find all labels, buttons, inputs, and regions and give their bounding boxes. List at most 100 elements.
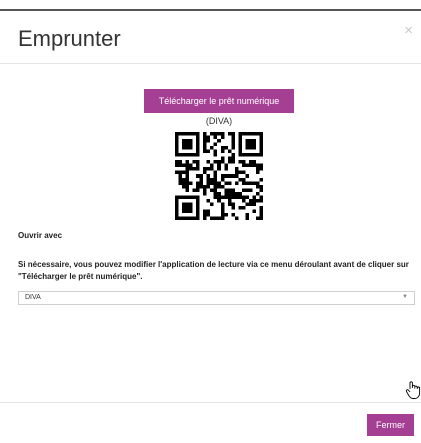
qr-module <box>217 163 221 168</box>
qr-module <box>175 209 179 213</box>
qr-module <box>224 212 228 217</box>
qr-module <box>231 205 235 210</box>
qr-module <box>238 149 242 154</box>
qr-module <box>217 167 221 171</box>
qr-module <box>206 139 211 143</box>
qr-module <box>241 205 246 210</box>
qr-module <box>185 132 190 136</box>
qr-module <box>213 142 218 147</box>
qr-module <box>182 202 186 206</box>
qr-module <box>227 132 232 136</box>
qr-module <box>196 163 200 168</box>
close-button[interactable]: Fermer <box>367 414 414 436</box>
qr-module <box>234 216 239 220</box>
qr-module <box>227 188 232 192</box>
qr-module <box>255 184 260 189</box>
qr-module <box>196 184 200 189</box>
qr-module <box>259 142 263 147</box>
qr-module <box>245 163 249 168</box>
qr-module <box>224 188 228 192</box>
qr-module <box>185 174 190 178</box>
qr-module <box>252 139 256 143</box>
qr-module <box>231 156 235 161</box>
qr-module <box>252 163 256 168</box>
qr-module <box>185 205 190 210</box>
qr-module <box>255 163 260 168</box>
qr-module <box>189 142 193 147</box>
qr-module <box>175 216 179 220</box>
qr-module <box>189 167 193 171</box>
qr-module <box>203 216 207 220</box>
qr-module <box>234 195 239 199</box>
qr-module <box>248 181 253 185</box>
qr-module <box>213 132 218 136</box>
qr-module <box>199 181 204 185</box>
qr-module <box>220 205 225 210</box>
qr-module <box>175 212 179 217</box>
qr-module <box>196 135 200 140</box>
qr-module <box>210 167 214 171</box>
qr-module <box>245 181 249 185</box>
qr-module <box>245 216 249 220</box>
qr-module <box>196 181 200 185</box>
download-loan-button[interactable]: Télécharger le prêt numérique <box>144 89 294 113</box>
qr-module <box>220 195 225 199</box>
qr-module <box>248 132 253 136</box>
qr-module <box>196 153 200 157</box>
qr-module <box>189 163 193 168</box>
qr-module <box>252 181 256 185</box>
qr-module <box>234 167 239 171</box>
qr-module <box>182 181 186 185</box>
qr-module <box>231 135 235 140</box>
qr-module <box>213 170 218 175</box>
qr-module <box>206 177 211 182</box>
qr-module <box>182 209 186 213</box>
qr-module <box>213 216 218 220</box>
qr-module <box>178 153 183 157</box>
qr-module <box>220 202 225 206</box>
qr-module <box>213 191 218 196</box>
qr-module <box>255 181 260 185</box>
qr-module <box>231 188 235 192</box>
qr-module <box>192 216 197 220</box>
qr-module <box>238 146 242 150</box>
qr-module <box>189 209 193 213</box>
qr-module <box>196 146 200 150</box>
close-icon[interactable]: × <box>404 22 413 39</box>
qr-module <box>175 142 179 147</box>
qr-module <box>217 191 221 196</box>
qr-module <box>203 139 207 143</box>
qr-module <box>192 195 197 199</box>
qr-module <box>245 146 249 150</box>
qr-module <box>227 174 232 178</box>
qr-module <box>178 170 183 175</box>
qr-module <box>238 153 242 157</box>
qr-module <box>196 195 200 199</box>
qr-module <box>185 184 190 189</box>
qr-module <box>259 163 263 168</box>
qr-module <box>248 160 253 164</box>
qr-module <box>175 160 179 164</box>
qr-module <box>220 212 225 217</box>
app-name-note: (DIVA) <box>205 116 233 126</box>
qr-module <box>203 209 207 213</box>
qr-module <box>185 139 190 143</box>
qr-module <box>185 177 190 182</box>
qr-module <box>210 216 214 220</box>
qr-module <box>245 202 249 206</box>
qr-module <box>255 198 260 203</box>
qr-module <box>178 160 183 164</box>
qr-module <box>238 132 242 136</box>
qr-module <box>259 209 263 213</box>
qr-code-icon <box>175 132 263 220</box>
qr-module <box>175 202 179 206</box>
qr-module <box>220 156 225 161</box>
qr-module <box>203 188 207 192</box>
qr-module <box>259 212 263 217</box>
reader-app-select[interactable]: DIVA ▼ <box>18 291 415 305</box>
qr-module <box>175 163 179 168</box>
qr-module <box>252 142 256 147</box>
qr-module <box>241 198 246 203</box>
qr-module <box>234 191 239 196</box>
qr-module <box>175 135 179 140</box>
